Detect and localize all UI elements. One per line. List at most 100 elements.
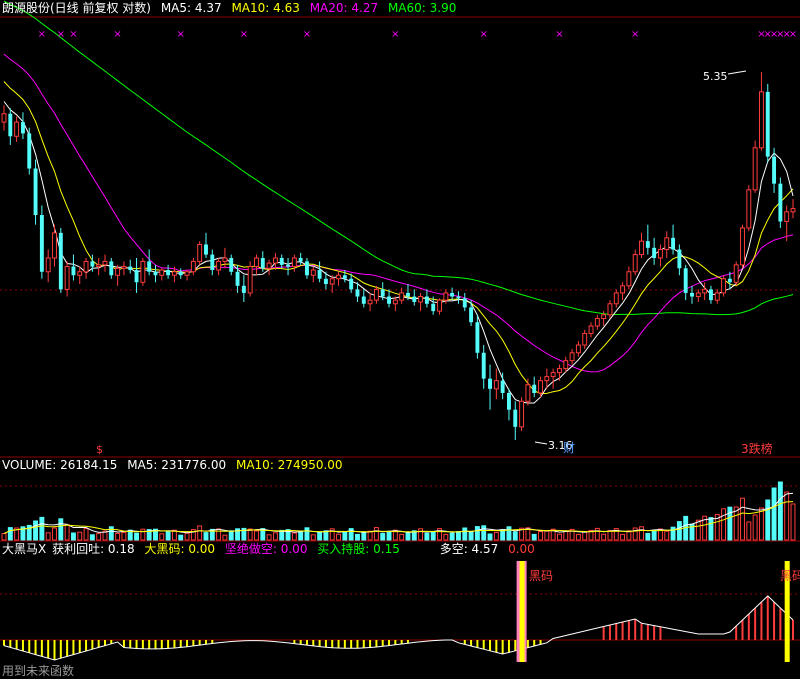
candle [14, 116, 20, 143]
candle [493, 368, 499, 400]
volume-bar [474, 526, 480, 541]
candle-body [83, 260, 89, 273]
ma20-value: MA20: 4.27 [309, 1, 379, 15]
candle [279, 254, 284, 269]
candle-body [575, 344, 581, 354]
candle [140, 257, 146, 286]
candle [758, 72, 764, 151]
candle-body [349, 278, 354, 290]
extra-value: 0.00 [508, 542, 535, 556]
candle-body [128, 266, 133, 271]
candle-body [190, 260, 196, 273]
candle-body [412, 296, 417, 302]
high-price-label: 5.35 [703, 70, 728, 83]
volume-bar [380, 532, 386, 541]
volume-bar [7, 527, 13, 541]
candle-body [184, 271, 190, 276]
candle-body [159, 269, 165, 276]
top-markers: × × × × × × × × × × × ×××××× [38, 29, 798, 40]
longshort-value: 多空: 4.57 [439, 542, 499, 556]
candle [64, 261, 70, 297]
heima-label-1: 黑码 [529, 569, 553, 583]
volume-bar [449, 532, 455, 541]
volume-bar [664, 530, 670, 541]
marker-x: × [480, 29, 488, 40]
marker-x: × [113, 29, 121, 40]
candle [336, 271, 341, 286]
candle [412, 289, 417, 306]
candle [708, 285, 713, 304]
candle [790, 199, 796, 219]
cai-label: 财 [563, 441, 575, 455]
ma20-path [3, 53, 794, 373]
candle [204, 232, 208, 258]
volume-bar [399, 533, 405, 541]
candle-body [222, 257, 228, 262]
candle-body [298, 257, 303, 262]
chart-annotations: 5.353.16财$ 3跌榜黑码 黑码 [96, 70, 800, 583]
volume-ma10-value: MA10: 274950.00 [235, 458, 343, 472]
volume-bar [740, 497, 745, 541]
candle-body [77, 271, 83, 276]
candle-body [784, 211, 790, 222]
volume-bar [721, 508, 727, 541]
candle-body [204, 244, 208, 255]
longhu-label: 3跌榜 [741, 441, 773, 456]
volume-bar [651, 530, 657, 541]
candle-body [488, 378, 492, 389]
candle [254, 254, 259, 276]
volume-bars [1, 481, 796, 541]
candle [33, 159, 38, 225]
candle-body [500, 380, 505, 393]
candle-body [563, 360, 569, 370]
volume-bar [487, 533, 493, 541]
ma5-value: MA5: 4.37 [160, 1, 222, 15]
volume-bar [254, 530, 259, 541]
marker-x: × [555, 29, 563, 40]
volume-bar [632, 527, 638, 541]
volume-bar [670, 526, 676, 541]
candle-body [513, 409, 518, 427]
candle [134, 257, 139, 293]
watermark: 用到未来函数 [2, 664, 75, 678]
volume-bar [367, 530, 373, 541]
candle [626, 266, 632, 290]
candle-body [178, 271, 183, 276]
stock-chart[interactable]: × × × × × × × × × × × ×××××× 5.353.16财$ 3跌榜黑码 黑码 [0, 0, 800, 679]
candle-body [45, 257, 51, 273]
candle-body [758, 91, 764, 149]
heima-signal-1 [516, 561, 527, 662]
candle [690, 285, 694, 304]
volume-bar [83, 528, 89, 541]
volume-bar [481, 525, 487, 541]
volume-bar [531, 533, 537, 541]
candle-body [418, 296, 424, 303]
volume-bar [310, 534, 316, 541]
candle-body [361, 296, 366, 304]
candle-body [342, 275, 347, 279]
candle-body [33, 168, 38, 216]
volume-bar [777, 481, 783, 541]
profit-value: 获利回吐: 0.18 [52, 542, 135, 556]
dark-horse-value: 大黑码: 0.00 [144, 542, 216, 556]
candle-body [456, 296, 461, 299]
marker-x: × [177, 29, 185, 40]
volume-bar [601, 533, 607, 541]
candle [178, 268, 183, 279]
candle-body [355, 289, 360, 297]
candle-body [52, 232, 57, 259]
candle-body [657, 249, 663, 259]
volume-bar [336, 533, 341, 541]
candle [746, 185, 752, 232]
s-marker: $ [96, 443, 103, 456]
candle-body [556, 368, 562, 374]
indicator-name: 大黑马X [2, 542, 47, 556]
volume-bar [342, 531, 348, 541]
volume-header: VOLUME: 26184.15 MA5: 231776.00 MA10: 27… [2, 457, 349, 473]
candle-body [538, 380, 543, 394]
candle [695, 289, 701, 302]
candle-body [102, 260, 108, 266]
candle [652, 237, 657, 265]
candle [291, 254, 297, 272]
candle-body [752, 147, 758, 191]
